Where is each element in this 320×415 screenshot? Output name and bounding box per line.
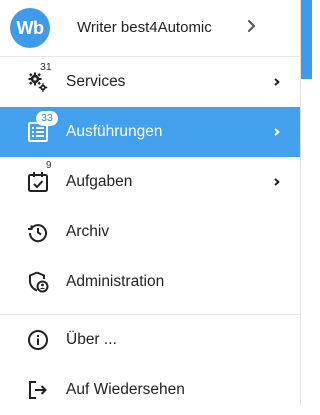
menu-item-aufgaben[interactable]: 9 Aufgaben xyxy=(0,157,300,207)
logout-icon xyxy=(29,381,47,399)
menu-item-label: Ausführungen xyxy=(66,123,163,140)
avatar: Wb xyxy=(10,8,50,48)
user-profile-row[interactable]: Wb Writer best4Automic xyxy=(0,0,300,57)
menu-item-label: Über ... xyxy=(66,331,117,348)
aufgaben-count-badge: 9 xyxy=(46,160,52,171)
chevron-right-icon xyxy=(274,128,280,136)
ausfuehrungen-count-badge: 33 xyxy=(36,111,58,126)
chevron-right-icon xyxy=(274,78,280,86)
shield-user-icon xyxy=(29,271,49,293)
menu-item-label: Aufgaben xyxy=(66,173,133,190)
chevron-right-icon[interactable] xyxy=(244,16,260,36)
menu-item-logout[interactable]: Auf Wiedersehen xyxy=(0,365,300,415)
calendar-check-icon xyxy=(28,172,48,192)
user-name: Writer best4Automic xyxy=(77,19,212,36)
menu-item-label: Services xyxy=(66,73,126,90)
menu-item-administration[interactable]: Administration xyxy=(0,257,300,307)
navigation-sidebar: Wb Writer best4Automic 31 Services 33 Au… xyxy=(0,0,301,405)
menu-item-ausfuehrungen[interactable]: 33 Ausführungen xyxy=(0,107,300,157)
services-count-badge: 31 xyxy=(40,61,52,73)
menu-item-archiv[interactable]: Archiv xyxy=(0,207,300,257)
info-icon xyxy=(28,330,48,350)
menu-item-services[interactable]: 31 Services xyxy=(0,57,300,107)
menu-item-label: Auf Wiedersehen xyxy=(66,381,185,398)
chevron-right-icon xyxy=(274,178,280,186)
menu-item-label: Archiv xyxy=(66,223,110,240)
history-icon xyxy=(28,224,47,243)
menu-item-label: Administration xyxy=(66,273,165,290)
menu-item-ueber[interactable]: Über ... xyxy=(0,315,300,365)
content-accent-strip xyxy=(301,0,312,79)
